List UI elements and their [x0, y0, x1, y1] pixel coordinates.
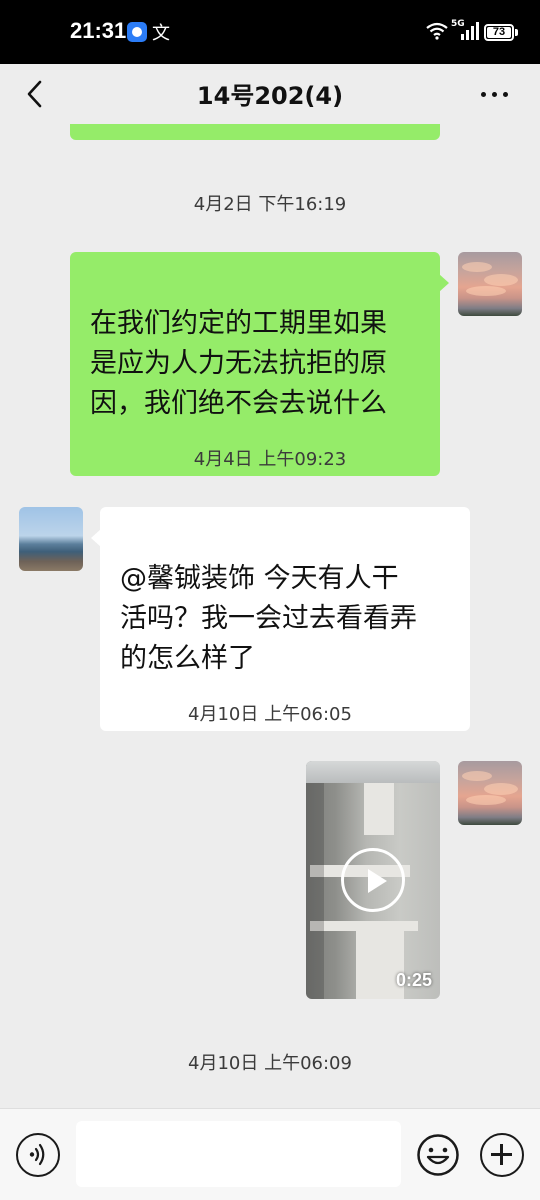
- back-button[interactable]: [18, 74, 52, 114]
- message-timestamp: 4月10日 上午06:05: [188, 704, 352, 725]
- battery-level: 73: [492, 26, 506, 38]
- video-duration: 0:25: [395, 970, 432, 990]
- status-bar: 21:31 文 5G 73: [0, 0, 540, 64]
- play-button[interactable]: [341, 848, 405, 912]
- message-text: 在我们约定的工期里如果 是应为人力无法抗拒的原 因，我们绝不会去说什么: [90, 308, 387, 419]
- contact-avatar[interactable]: [19, 507, 83, 571]
- voice-icon: [29, 1143, 45, 1166]
- voice-button[interactable]: [16, 1133, 60, 1177]
- notification-text: 文: [152, 23, 170, 44]
- message-bubble-partial[interactable]: [70, 124, 440, 140]
- chat-area[interactable]: 4月2日 下午16:19 在我们约定的工期里如果 是应为人力无法抗拒的原 因，我…: [0, 124, 540, 1108]
- wifi-icon: [426, 22, 448, 40]
- signal-icon: [461, 22, 479, 40]
- plus-button[interactable]: [480, 1133, 524, 1177]
- my-avatar[interactable]: [458, 252, 522, 316]
- video-message[interactable]: 0:25: [306, 761, 440, 999]
- input-bar: [0, 1108, 540, 1200]
- app-notification-icon: [127, 22, 147, 42]
- battery-icon: 73: [484, 24, 514, 41]
- message-timestamp: 4月2日 下午16:19: [193, 194, 347, 215]
- emoji-button[interactable]: [416, 1133, 460, 1177]
- play-icon: [368, 869, 387, 893]
- chevron-left-icon: [27, 80, 42, 108]
- more-button[interactable]: [472, 76, 516, 112]
- emoji-icon: [417, 1134, 459, 1176]
- message-timestamp: 4月10日 上午06:09: [188, 1053, 352, 1074]
- message-input[interactable]: [76, 1121, 401, 1187]
- message-text: @馨铖装饰 今天有人干 活吗？我一会过去看看弄 的怎么样了: [120, 563, 417, 674]
- nav-bar: 14号202(4): [0, 64, 540, 124]
- received-message-bubble[interactable]: @馨铖装饰 今天有人干 活吗？我一会过去看看弄 的怎么样了: [91, 507, 470, 731]
- my-avatar[interactable]: [458, 761, 522, 825]
- chat-title: 14号202(4): [196, 82, 344, 110]
- message-timestamp: 4月4日 上午09:23: [193, 449, 347, 470]
- more-dots-icon: [481, 92, 486, 97]
- sent-message-bubble[interactable]: 在我们约定的工期里如果 是应为人力无法抗拒的原 因，我们绝不会去说什么: [70, 252, 449, 476]
- status-time: 21:31: [70, 18, 127, 43]
